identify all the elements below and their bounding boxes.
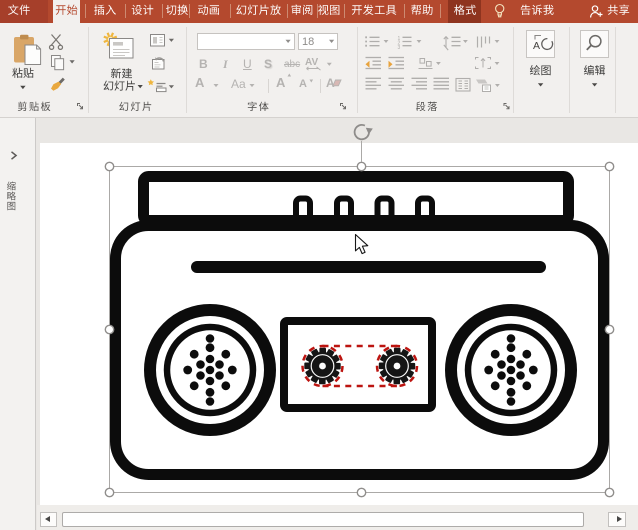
svg-text:3: 3: [398, 45, 401, 51]
svg-text:A: A: [533, 40, 540, 52]
